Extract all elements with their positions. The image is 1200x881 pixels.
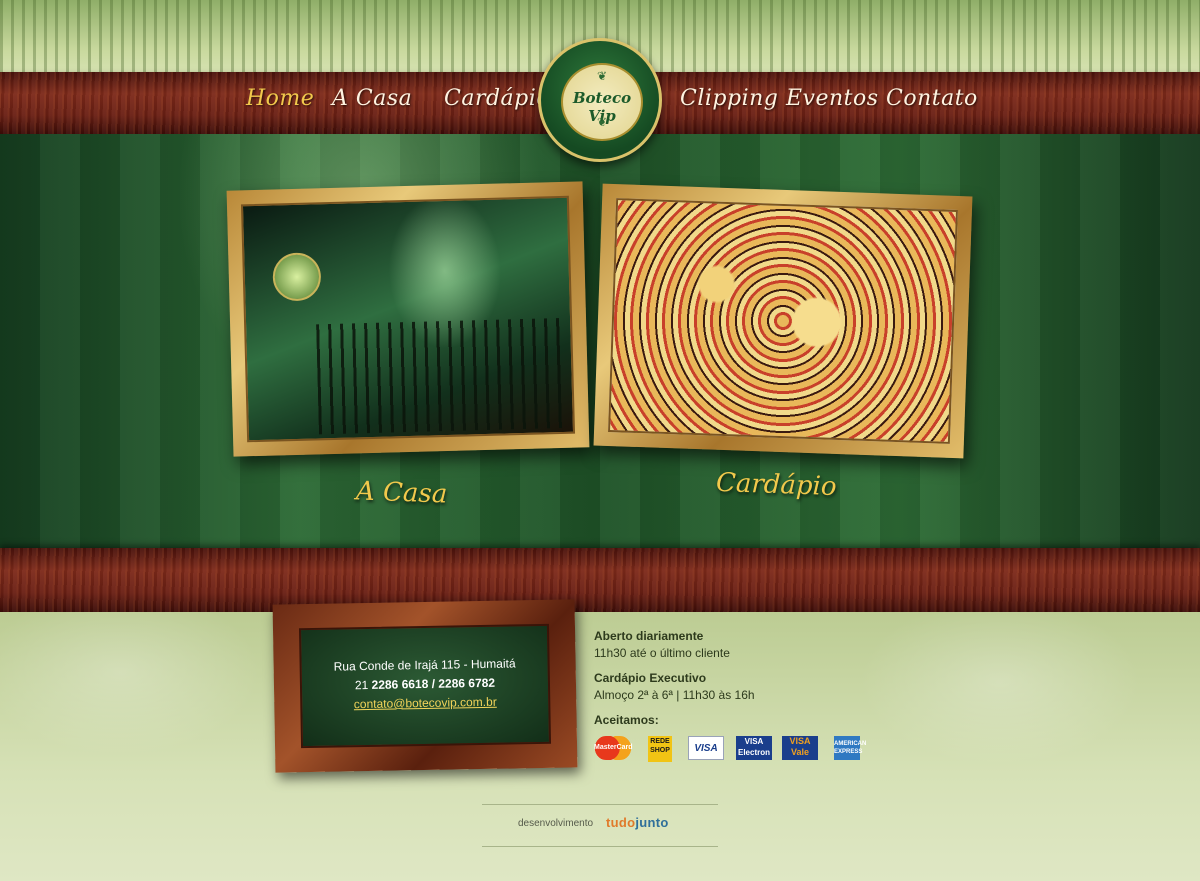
hours-title: Aberto diariamente [594,629,704,643]
credit-label: desenvolvimento [518,818,594,829]
contact-board: Rua Conde de Irajá 115 - Humaitá 21 2286… [272,599,578,773]
tudojunto-logo[interactable]: tudojunto [606,815,669,830]
phone-line: 21 2286 6618 / 2286 6782 [302,675,548,693]
wood-divider-bar [0,548,1200,612]
exec-text: Almoço 2ª à 6ª | 11h30 às 16h [594,688,755,702]
payment-title: Aceitamos: [594,713,659,727]
nav-contato[interactable]: Contato [886,86,978,111]
phone-numbers: 2286 6618 / 2286 6782 [371,675,496,692]
area-code: 21 [354,677,369,693]
logo-part-2: junto [635,815,669,830]
iron-gate [316,317,569,435]
caption-cardapio[interactable]: Cardápio [716,468,838,502]
chalkboard: Rua Conde de Irajá 115 - Humaitá 21 2286… [298,623,552,749]
nav-a-casa[interactable]: A Casa [332,86,412,111]
divider [482,846,718,847]
cardapio-photo-link[interactable] [593,183,973,459]
mastercard-icon: MasterCard [594,736,633,760]
divider [482,804,718,805]
hours-text: 11h30 até o último cliente [594,646,730,660]
boteco-vip-logo[interactable]: ❦ Boteco Vip ❦ [538,38,662,162]
nav-eventos[interactable]: Eventos [786,86,879,111]
amex-icon: AMERICAN EXPRESS [834,736,866,760]
visa-vale-icon: VISA Vale [782,736,818,760]
nav-home[interactable]: Home [246,86,314,111]
address: Rua Conde de Irajá 115 - Humaitá [333,656,516,674]
redeshop-icon: REDE SHOP [648,736,672,762]
nav-cardapio[interactable]: Cardápio [444,86,550,111]
caption-a-casa[interactable]: A Casa [356,476,448,509]
a-casa-photo-link[interactable] [226,181,590,457]
cardapio-photo [608,198,958,444]
ornament-icon: ❦ [596,115,608,129]
visa-electron-icon: VISA Electron [736,736,772,760]
a-casa-photo [240,195,576,443]
visa-icon: VISA [688,736,724,760]
logo-part-1: tudo [606,815,636,830]
email-line: contato@botecovip.com.br [302,694,548,712]
email-link[interactable]: contato@botecovip.com.br [354,695,497,711]
exec-title: Cardápio Executivo [594,671,707,685]
nav-clipping[interactable]: Clipping [680,86,778,111]
bar-sign-icon [272,252,322,302]
ornament-icon: ❦ [596,69,608,83]
logo-emblem: ❦ Boteco Vip ❦ [561,63,643,141]
